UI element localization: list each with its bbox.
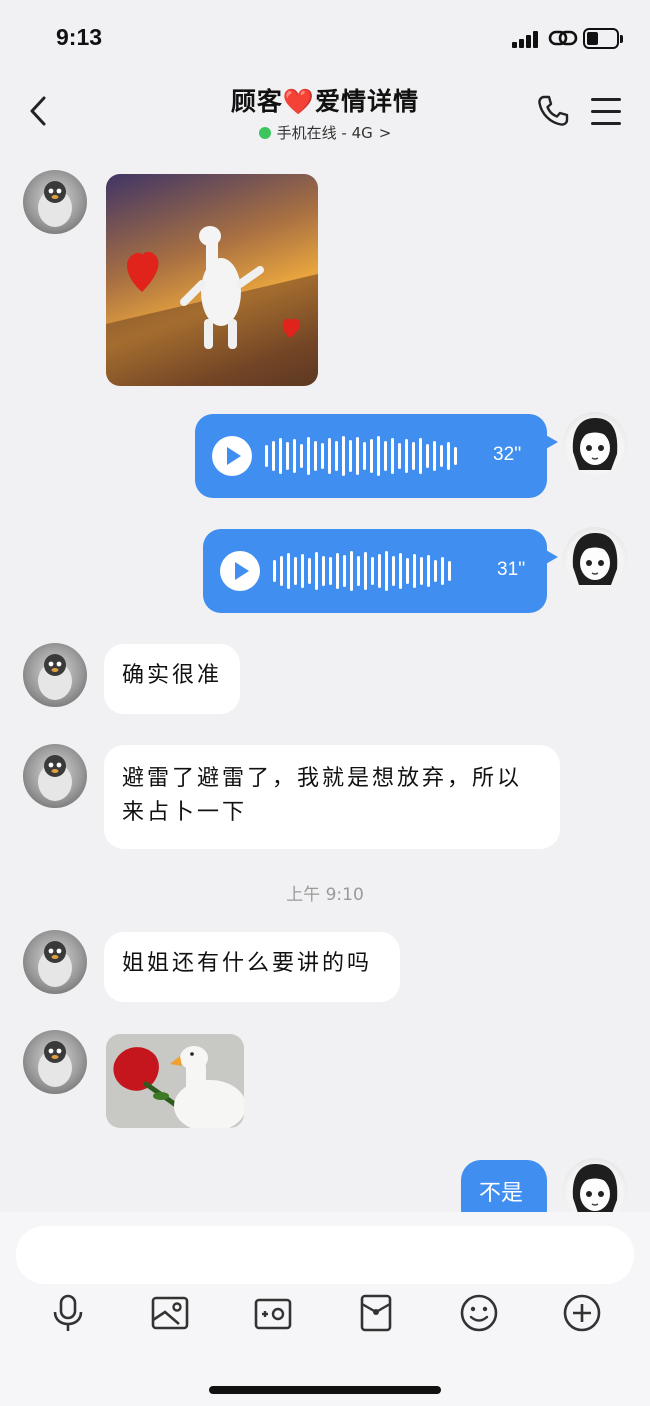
menu-button[interactable]: [591, 98, 623, 126]
chat-header: 顾客❤️爱情详情 手机在线 - 4G >: [0, 80, 650, 146]
heart-icon: ❤️: [282, 87, 316, 116]
alpaca-heart-icon: [106, 226, 318, 386]
status-bar: 9:13: [0, 0, 650, 80]
voice-duration: 32'': [493, 444, 522, 465]
message-bubble[interactable]: 姐姐还有什么要讲的吗: [104, 932, 400, 1002]
my-avatar[interactable]: [563, 527, 627, 591]
plus-icon[interactable]: [561, 1292, 603, 1334]
penguin-avatar-icon: [38, 941, 72, 987]
penguin-avatar-icon: [38, 181, 72, 227]
input-area: [0, 1212, 650, 1406]
online-status-text: 手机在线 - 4G: [276, 124, 373, 142]
message-input[interactable]: [16, 1226, 634, 1284]
message-bubble[interactable]: 确实很准: [104, 644, 240, 714]
toolbar: [0, 1292, 650, 1342]
chevron-right-icon: >: [378, 123, 392, 142]
penguin-avatar-icon: [38, 755, 72, 801]
goose-rose-icon: [113, 1046, 244, 1128]
message-line: 来占卜一下: [122, 800, 248, 825]
anime-girl-avatar-icon: [572, 418, 618, 470]
contact-avatar[interactable]: [23, 170, 87, 234]
contact-avatar[interactable]: [23, 643, 87, 707]
waveform-icon: [273, 547, 451, 595]
penguin-avatar-icon: [38, 654, 72, 700]
waveform-icon: [265, 432, 457, 480]
play-icon[interactable]: [220, 551, 260, 591]
link-icon: [548, 30, 578, 46]
microphone-icon[interactable]: [47, 1292, 89, 1334]
status-time: 9:13: [56, 24, 103, 50]
time-separator: 上午 9:10: [286, 885, 364, 905]
voice-duration: 31'': [497, 559, 526, 580]
message-bubble[interactable]: 避雷了避雷了，我就是想放弃，所以 来占卜一下: [104, 745, 560, 849]
contact-avatar[interactable]: [23, 744, 87, 808]
title-prefix: 顾客: [230, 87, 283, 116]
voice-message[interactable]: 31'': [203, 529, 558, 613]
goose-rose-sticker-image[interactable]: [106, 1034, 244, 1128]
contact-avatar[interactable]: [23, 930, 87, 994]
play-icon[interactable]: [212, 436, 252, 476]
battery-icon: [583, 28, 623, 49]
my-avatar[interactable]: [563, 412, 627, 476]
phone-call-button[interactable]: [536, 94, 570, 128]
home-indicator: [209, 1386, 441, 1394]
contact-avatar[interactable]: [23, 1030, 87, 1094]
emoji-icon[interactable]: [458, 1292, 500, 1334]
message-line: 避雷了避雷了，我就是想放弃，所以: [122, 766, 523, 791]
title-suffix: 爱情详情: [315, 87, 420, 116]
camera-icon[interactable]: [252, 1292, 294, 1334]
red-packet-icon[interactable]: [355, 1292, 397, 1334]
online-status[interactable]: 手机在线 - 4G >: [258, 122, 392, 143]
image-icon[interactable]: [149, 1292, 191, 1334]
anime-girl-avatar-icon: [572, 533, 618, 585]
cellular-signal-icon: [512, 30, 542, 48]
penguin-avatar-icon: [38, 1041, 72, 1087]
alpaca-sticker-image[interactable]: [106, 174, 318, 386]
online-dot-icon: [258, 126, 271, 139]
voice-message[interactable]: 32'': [195, 414, 558, 498]
